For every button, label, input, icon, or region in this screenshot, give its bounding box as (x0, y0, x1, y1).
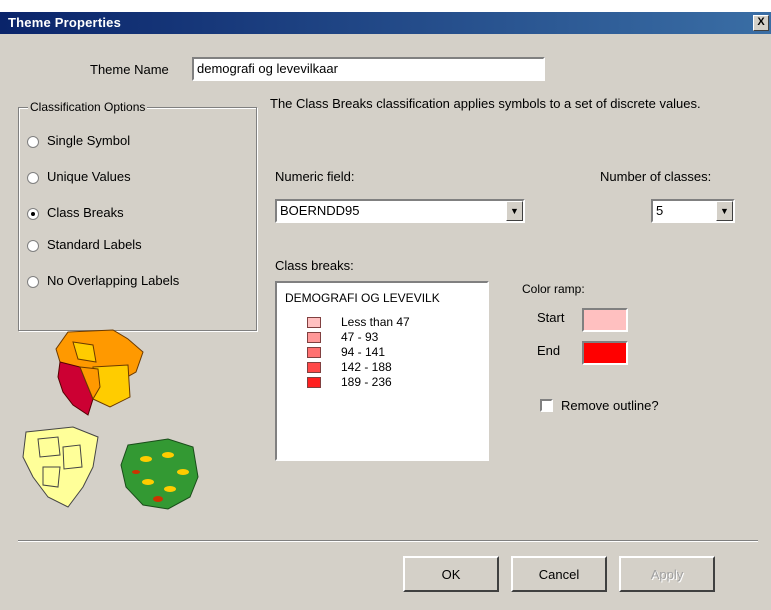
window-title: Theme Properties (8, 15, 122, 30)
radio-unique-values-button[interactable] (27, 172, 39, 184)
theme-name-value: demografi og levevilkaar (197, 61, 338, 76)
legend-swatch (307, 362, 321, 373)
map-standard-labels-icon (120, 438, 199, 510)
radio-class-breaks-label[interactable]: Class Breaks (47, 205, 124, 220)
close-button[interactable]: X (753, 15, 769, 31)
radio-standard-labels-button[interactable] (27, 240, 39, 252)
map-class-breaks-icon (55, 329, 144, 416)
color-ramp-end-label: End (537, 343, 561, 358)
legend-swatch (307, 332, 321, 343)
legend-item-label: 47 - 93 (341, 330, 379, 344)
theme-name-field[interactable]: demografi og levevilkaar (192, 57, 545, 81)
chevron-down-icon[interactable]: ▼ (506, 201, 523, 221)
chevron-down-icon[interactable]: ▼ (716, 201, 733, 221)
remove-outline-label[interactable]: Remove outline? (561, 398, 659, 413)
classification-description: The Class Breaks classification applies … (270, 96, 701, 111)
legend-item-label: Less than 47 (341, 315, 410, 329)
cancel-button[interactable]: Cancel (511, 556, 607, 592)
num-classes-value: 5 (656, 203, 664, 218)
legend-swatch (307, 377, 321, 388)
legend-item-label: 142 - 188 (341, 360, 392, 374)
remove-outline-checkbox[interactable] (540, 399, 553, 412)
legend-header: DEMOGRAFI OG LEVEVILK (285, 291, 440, 305)
legend-swatch (307, 317, 321, 328)
class-breaks-legend[interactable]: DEMOGRAFI OG LEVEVILK Less than 47 47 - … (275, 281, 489, 461)
color-ramp-start-swatch[interactable] (582, 308, 628, 332)
theme-properties-dialog: Theme Properties X Theme Name demografi … (0, 12, 771, 610)
radio-class-breaks-button[interactable] (27, 208, 39, 220)
title-bar[interactable]: Theme Properties X (0, 12, 771, 34)
ok-button[interactable]: OK (403, 556, 499, 592)
legend-swatch (307, 347, 321, 358)
numeric-field-select[interactable]: BOERNDD95 ▼ (275, 199, 525, 223)
radio-no-overlapping-labels-label[interactable]: No Overlapping Labels (47, 273, 179, 288)
radio-no-overlapping-labels-button[interactable] (27, 276, 39, 288)
radio-single-symbol-label[interactable]: Single Symbol (47, 133, 130, 148)
color-ramp-end-swatch[interactable] (582, 341, 628, 365)
color-ramp-start-label: Start (537, 310, 565, 325)
radio-standard-labels-label[interactable]: Standard Labels (47, 237, 142, 252)
classification-options-title: Classification Options (28, 100, 148, 114)
numeric-field-value: BOERNDD95 (280, 203, 360, 218)
map-preview-illustration (22, 329, 199, 510)
class-breaks-label: Class breaks: (275, 258, 354, 273)
legend-item-label: 94 - 141 (341, 345, 386, 359)
numeric-field-label: Numeric field: (275, 169, 355, 184)
map-unique-values-icon (22, 426, 99, 508)
radio-unique-values-label[interactable]: Unique Values (47, 169, 131, 184)
num-classes-select[interactable]: 5 ▼ (651, 199, 735, 223)
num-classes-label: Number of classes: (600, 169, 712, 184)
theme-name-label: Theme Name (90, 62, 169, 77)
radio-single-symbol-button[interactable] (27, 136, 39, 148)
color-ramp-label: Color ramp: (522, 282, 585, 296)
footer-separator (18, 540, 758, 541)
legend-item-label: 189 - 236 (341, 375, 392, 389)
apply-button[interactable]: Apply (619, 556, 715, 592)
